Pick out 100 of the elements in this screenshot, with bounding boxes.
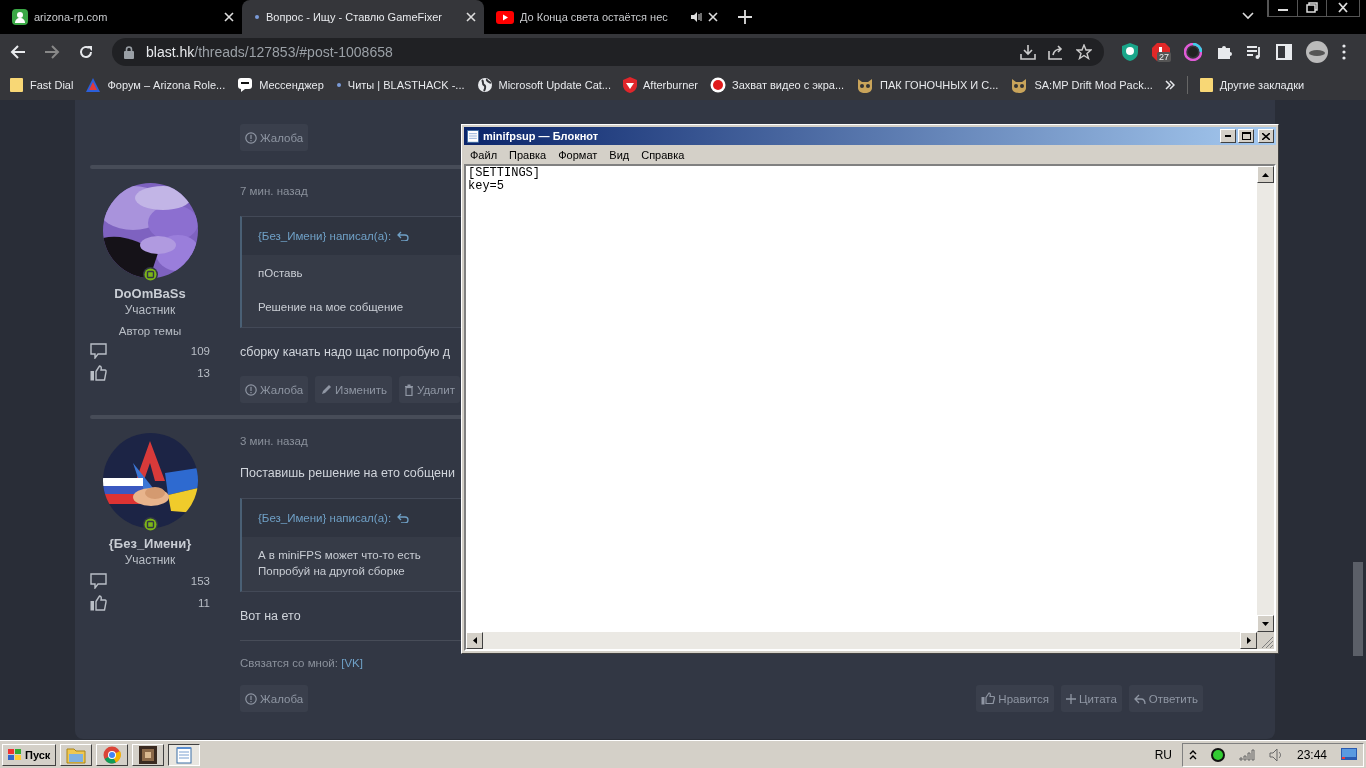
- minimize-button[interactable]: [1220, 129, 1236, 143]
- bookmark[interactable]: Afterburner: [623, 77, 699, 93]
- playlist-icon[interactable]: [1246, 44, 1262, 60]
- profile-avatar-icon[interactable]: [1306, 41, 1328, 63]
- post-text: сборку качать надо щас попробую д: [240, 344, 451, 360]
- action-button[interactable]: Изменить: [315, 376, 392, 403]
- quote-author[interactable]: {Без_Имени} написал(а):: [258, 230, 392, 242]
- bookmark[interactable]: Форум – Arizona Role...: [85, 77, 226, 93]
- new-tab-icon[interactable]: [738, 10, 752, 24]
- menu-item[interactable]: Вид: [603, 148, 636, 161]
- forward-icon[interactable]: [44, 44, 60, 60]
- menu-item[interactable]: Файл: [464, 148, 504, 161]
- down-arrow-icon: [1262, 621, 1269, 626]
- warning-icon: [245, 383, 257, 396]
- share-icon[interactable]: [1048, 44, 1064, 60]
- cat-icon: [1010, 77, 1029, 93]
- action-button[interactable]: Жалоба: [240, 124, 309, 151]
- notification-count: 27: [1157, 52, 1171, 62]
- browser-tab[interactable]: До Конца света остаётся нес: [484, 0, 726, 34]
- action-button[interactable]: Жалоба: [240, 376, 309, 403]
- chevron-up-icon[interactable]: [1188, 749, 1197, 760]
- action-button[interactable]: Нравится: [976, 685, 1055, 712]
- trash-icon: [404, 383, 414, 396]
- bookmark[interactable]: ПАК ГОНОЧНЫХ И С...: [856, 77, 999, 93]
- notepad-icon: [176, 745, 193, 764]
- shield-icon[interactable]: [1122, 43, 1138, 61]
- quote-author[interactable]: {Без_Имени} написал(а):: [258, 512, 392, 524]
- pencil-icon: [320, 383, 333, 396]
- browser-tab[interactable]: Вопрос - Ищу - Ставлю GameFixer: [242, 0, 484, 34]
- signal-icon[interactable]: [1238, 748, 1255, 761]
- message-count: 109: [190, 345, 210, 357]
- message-count: 153: [190, 575, 210, 587]
- username[interactable]: DoOmBaSs: [114, 286, 186, 301]
- messages-icon: [90, 573, 107, 589]
- browser-tab[interactable]: arizona-rp.com: [0, 0, 242, 34]
- bookmark[interactable]: Читы | BLASTHACK -...: [335, 79, 465, 91]
- vk-link[interactable]: [VK]: [341, 657, 363, 669]
- chevron-down-icon[interactable]: [1242, 12, 1254, 20]
- record-icon: [710, 77, 727, 93]
- download-icon[interactable]: [1020, 44, 1036, 60]
- signature: Связатся со мной: [VK]: [240, 657, 363, 669]
- colorful-ring-icon[interactable]: [1184, 43, 1202, 61]
- menu-item[interactable]: Правка: [503, 148, 553, 161]
- return-arrow-icon[interactable]: [397, 513, 410, 523]
- puzzle-icon[interactable]: [1216, 44, 1232, 60]
- folder-icon: [1199, 77, 1214, 93]
- post-time: 7 мин. назад: [240, 184, 308, 199]
- thumbs-up-icon: [981, 692, 996, 705]
- folder-icon: [10, 77, 24, 93]
- reload-icon[interactable]: [78, 44, 94, 60]
- minimize-icon: [1225, 135, 1231, 137]
- speaker-icon[interactable]: [1268, 747, 1283, 762]
- vertical-scrollbar[interactable]: [1257, 166, 1274, 632]
- bookmark[interactable]: Захват видео с экра...: [710, 77, 845, 93]
- shield-icon: [623, 77, 637, 93]
- warning-icon: [245, 131, 257, 144]
- start-button[interactable]: Пуск: [2, 743, 57, 766]
- action-button[interactable]: Удалит: [399, 376, 460, 403]
- action-button[interactable]: Цитата: [1061, 685, 1122, 712]
- notepad-icon: [466, 129, 480, 143]
- close-button[interactable]: [1258, 129, 1274, 143]
- horizontal-scrollbar[interactable]: [466, 632, 1257, 649]
- plus-icon: [1066, 693, 1077, 704]
- windows-flag-icon: [8, 748, 22, 761]
- action-button[interactable]: Ответить: [1128, 685, 1203, 712]
- online-badge-icon: [142, 267, 158, 282]
- bookmark[interactable]: SA:MP Drift Mod Pack...: [1010, 77, 1153, 93]
- back-icon[interactable]: [10, 44, 26, 60]
- username[interactable]: {Без_Имени}: [108, 536, 192, 551]
- bookmark[interactable]: Microsoft Update Cat...: [476, 77, 611, 93]
- desktop-icon[interactable]: [1341, 747, 1357, 762]
- user-title: Участник: [124, 303, 176, 317]
- bookmark[interactable]: Мессенджер: [237, 77, 324, 93]
- quote-text: Решение на мое собщение: [258, 300, 404, 315]
- maximize-button[interactable]: [1238, 129, 1254, 143]
- return-arrow-icon[interactable]: [397, 231, 410, 241]
- dot-icon: [254, 14, 260, 20]
- post-text: Поставишь решение на ето собщени: [240, 465, 455, 481]
- star-icon[interactable]: [1076, 44, 1092, 60]
- right-arrow-icon: [1246, 637, 1251, 644]
- menu-item[interactable]: Справка: [635, 148, 691, 161]
- taskbar-button[interactable]: [168, 743, 201, 766]
- side-panel-icon[interactable]: [1276, 44, 1292, 60]
- user-icon: [12, 9, 28, 25]
- up-arrow-icon: [1262, 172, 1269, 177]
- menu-item[interactable]: Формат: [552, 148, 604, 161]
- browser-icon: [103, 745, 122, 764]
- dot-icon: [335, 82, 342, 88]
- address-bar[interactable]: blast.hk/threads/127853/#post-1008658: [112, 38, 1104, 66]
- action-button[interactable]: Жалоба: [240, 685, 309, 712]
- thumbs-up-icon: [90, 365, 107, 381]
- bookmark[interactable]: Fast Dial: [10, 77, 74, 93]
- status-indicator-icon[interactable]: [1210, 747, 1225, 762]
- chat-icon: [237, 77, 254, 93]
- like-count: 13: [197, 367, 210, 379]
- clock[interactable]: 23:44: [1296, 747, 1327, 762]
- menu-icon[interactable]: [1342, 44, 1346, 60]
- bookmark-folder[interactable]: Другие закладки: [1199, 77, 1305, 93]
- language-indicator[interactable]: RU: [1154, 747, 1172, 762]
- chevrons-icon[interactable]: [1164, 80, 1175, 90]
